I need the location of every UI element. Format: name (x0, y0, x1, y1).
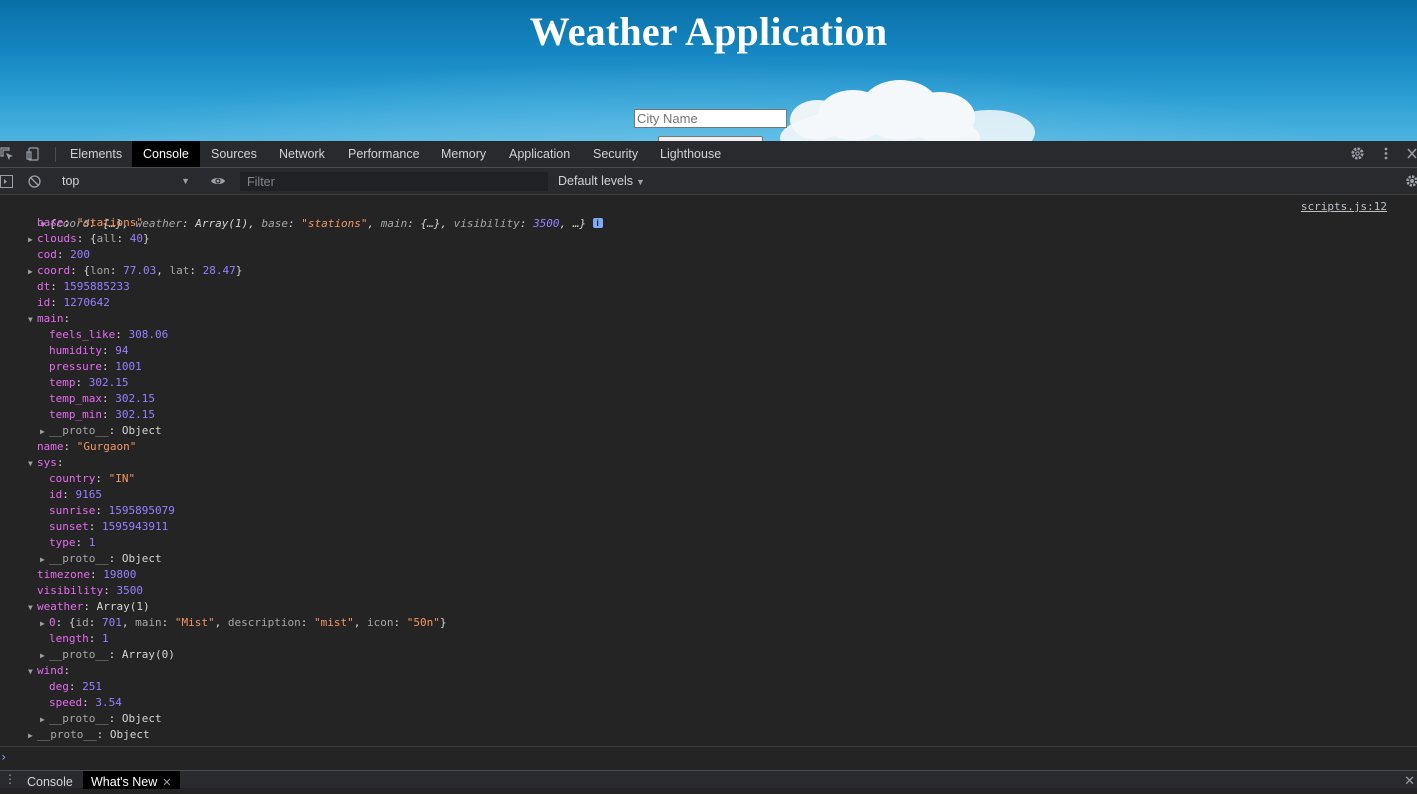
expanded-triangle-icon[interactable]: ▼ (28, 664, 37, 680)
drawer-tab-console[interactable]: Console (19, 771, 81, 789)
property-row: type: 1 (49, 536, 96, 549)
devtools-drawer: ⋮ Console What's New ✕ ✕ (0, 770, 1417, 789)
property-row: speed: 3.54 (49, 696, 122, 709)
page-title: Weather Application (529, 9, 888, 54)
property-row[interactable]: ▼ weather: Array(1) (28, 599, 150, 615)
drawer-tab-label: Console (27, 775, 73, 789)
property-row: timezone: 19800 (37, 568, 137, 581)
collapsed-triangle-icon[interactable]: ▶ (28, 264, 37, 280)
city-name-input[interactable] (634, 109, 787, 128)
console-settings-gear-icon[interactable] (1405, 174, 1417, 191)
tab-memory[interactable]: Memory (430, 141, 497, 167)
console-prompt[interactable]: › (0, 746, 1417, 770)
object-summary-row[interactable]: ▼ {coord: {…}, weather: Array(1), base: "… (14, 200, 603, 230)
property-row[interactable]: ▼ sys: (28, 455, 64, 471)
tab-application[interactable]: Application (498, 141, 581, 167)
property-row[interactable]: ▼ main: (28, 311, 70, 327)
property-row: temp_max: 302.15 (49, 392, 155, 405)
collapsed-triangle-icon[interactable]: ▶ (40, 424, 49, 440)
close-drawer-icon[interactable]: ✕ (1404, 773, 1415, 789)
chevron-down-icon: ▼ (181, 176, 190, 186)
tab-performance[interactable]: Performance (337, 141, 431, 167)
eye-icon[interactable] (210, 175, 226, 190)
property-row: pressure: 1001 (49, 360, 142, 373)
proto-row[interactable]: ▶ __proto__: Object (40, 711, 162, 727)
property-row: id: 1270642 (37, 296, 110, 309)
tab-network[interactable]: Network (268, 141, 336, 167)
property-row: country: "IN" (49, 472, 136, 485)
property-row: sunrise: 1595895079 (49, 504, 175, 517)
expanded-triangle-icon[interactable]: ▼ (28, 312, 37, 328)
property-row: length: 1 (49, 632, 109, 645)
console-output: scripts.js:12 ▼ {coord: {…}, weather: Arr… (0, 196, 1417, 746)
clear-console-icon[interactable] (28, 175, 41, 191)
tab-sources[interactable]: Sources (200, 141, 268, 167)
log-levels-dropdown[interactable]: Default levels ▼ (558, 172, 645, 192)
property-row: deg: 251 (49, 680, 102, 693)
drawer-menu-icon[interactable]: ⋮ (4, 772, 16, 786)
property-row: visibility: 3500 (37, 584, 143, 597)
sidebar-toggle-icon[interactable] (0, 175, 13, 191)
property-row: name: "Gurgaon" (37, 440, 137, 453)
javascript-context-select[interactable]: top ▼ (56, 171, 196, 191)
property-row: temp: 302.15 (49, 376, 129, 389)
property-row: id: 9165 (49, 488, 102, 501)
collapsed-triangle-icon[interactable]: ▶ (40, 648, 49, 664)
kebab-menu-icon[interactable] (1381, 146, 1391, 165)
context-value: top (62, 174, 80, 188)
log-levels-label: Default levels (558, 174, 634, 188)
property-row[interactable]: ▼ wind: (28, 663, 70, 679)
tab-security[interactable]: Security (582, 141, 649, 167)
proto-row[interactable]: ▶ __proto__: Object (40, 423, 162, 439)
proto-row[interactable]: ▶ __proto__: Object (28, 727, 150, 743)
device-toolbar-icon[interactable] (26, 147, 40, 161)
property-row: humidity: 94 (49, 344, 129, 357)
property-row: dt: 1595885233 (37, 280, 130, 293)
property-row: base: "stations" (37, 216, 143, 229)
source-link[interactable]: scripts.js:12 (1301, 200, 1387, 213)
property-row: temp_min: 302.15 (49, 408, 155, 421)
close-icon[interactable] (1406, 146, 1417, 165)
expanded-triangle-icon[interactable]: ▼ (28, 600, 37, 616)
property-row: cod: 200 (37, 248, 90, 261)
property-row[interactable]: ▶ clouds: {all: 40} (28, 231, 150, 247)
close-tab-icon[interactable]: ✕ (162, 777, 171, 789)
weather-page: Weather Application (0, 0, 1417, 141)
info-icon[interactable]: i (592, 218, 603, 228)
gear-icon[interactable] (1350, 146, 1365, 165)
property-row[interactable]: ▶ 0: {id: 701, main: "Mist", description:… (40, 615, 446, 631)
chevron-down-icon: ▼ (636, 177, 645, 187)
inspect-element-icon[interactable] (0, 147, 14, 161)
console-toolbar: top ▼ Default levels▼ (0, 168, 1417, 195)
collapsed-triangle-icon[interactable]: ▶ (40, 552, 49, 568)
property-row[interactable]: ▶ coord: {lon: 77.03, lat: 28.47} (28, 263, 242, 279)
drawer-tab-label: What's New (91, 775, 158, 789)
proto-row[interactable]: ▶ __proto__: Object (40, 551, 162, 567)
collapsed-triangle-icon[interactable]: ▶ (28, 232, 37, 248)
property-row: sunset: 1595943911 (49, 520, 169, 533)
drawer-tab-what-s-new[interactable]: What's New ✕ (83, 771, 180, 789)
devtools-tabbar: Elements Console Sources Network Performance… (0, 141, 1417, 168)
tab-lighthouse[interactable]: Lighthouse (649, 141, 732, 167)
tab-elements[interactable]: Elements (59, 141, 133, 167)
expanded-triangle-icon[interactable]: ▼ (28, 456, 37, 472)
collapsed-triangle-icon[interactable]: ▶ (28, 728, 37, 744)
tab-console[interactable]: Console (132, 141, 200, 167)
collapsed-triangle-icon[interactable]: ▶ (40, 712, 49, 728)
console-filter-input[interactable] (240, 172, 548, 191)
prompt-chevron-icon: › (0, 750, 8, 764)
collapsed-triangle-icon[interactable]: ▶ (40, 616, 49, 632)
proto-row[interactable]: ▶ __proto__: Array(0) (40, 647, 175, 663)
property-row: feels_like: 308.06 (49, 328, 169, 341)
